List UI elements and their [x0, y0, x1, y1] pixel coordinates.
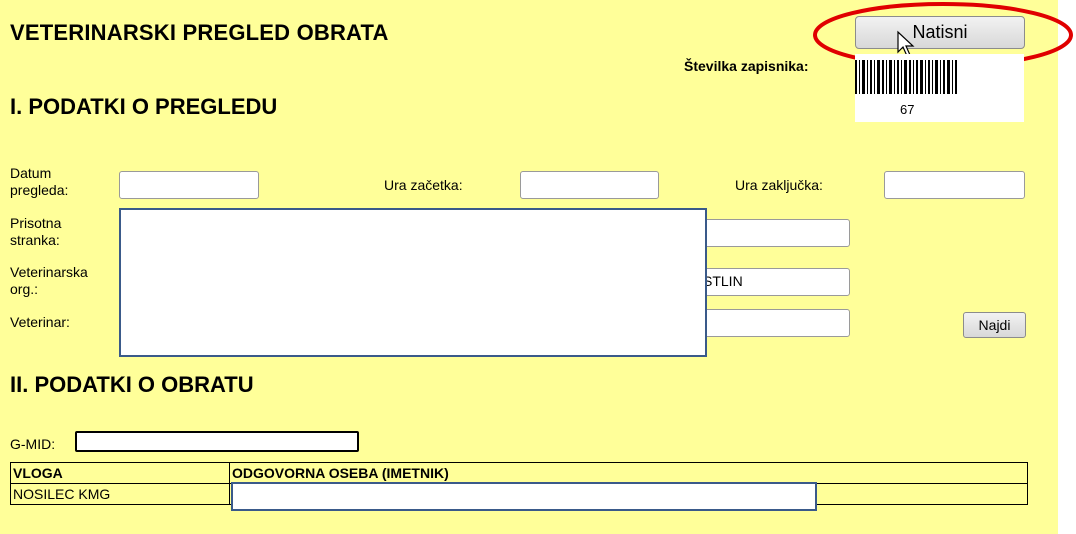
owner-table: VLOGA ODGOVORNA OSEBA (IMETNIK) NOSILEC … [10, 462, 1028, 511]
section2-title: II. PODATKI O OBRATU [10, 372, 254, 397]
vet-org-value: STLIN [703, 273, 743, 289]
party-label: Prisotna stranka: [10, 215, 61, 249]
vet-org-input[interactable]: STLIN [700, 268, 850, 296]
record-number: 67 [900, 102, 915, 117]
table-row: NOSILEC KMG [10, 482, 1028, 511]
party-label-line2: stranka: [10, 232, 60, 248]
owner-name-input[interactable] [231, 482, 817, 511]
table-header-cell: ODGOVORNA OSEBA (IMETNIK) [229, 462, 1028, 484]
date-label: Datum pregleda: [10, 165, 68, 199]
date-input[interactable] [119, 171, 259, 199]
table-header-cell: VLOGA [10, 462, 230, 484]
record-number-label: Številka zapisnika: [684, 58, 809, 74]
dropdown-overlay[interactable] [119, 208, 707, 357]
table-cell [229, 482, 1028, 511]
vet-label: Veterinar: [10, 314, 70, 330]
page-title: VETERINARSKI PREGLED OBRATA [10, 20, 389, 45]
barcode-box: 67 [855, 54, 1024, 122]
date-label-line1: Datum [10, 165, 52, 181]
vet-org-label: Veterinarska org.: [10, 264, 88, 298]
table-cell: NOSILEC KMG [10, 483, 230, 505]
start-time-input[interactable] [520, 171, 659, 199]
vet-org-label-line2: org.: [10, 281, 39, 297]
vet-org-label-line1: Veterinarska [10, 264, 88, 280]
party-label-line1: Prisotna [10, 215, 62, 231]
gmid-input[interactable] [75, 431, 359, 452]
end-time-input[interactable] [884, 171, 1025, 199]
vet-input[interactable] [700, 309, 850, 337]
end-time-label: Ura zaključka: [735, 177, 823, 193]
party-input[interactable] [700, 219, 850, 247]
section1-title: I. PODATKI O PREGLEDU [10, 94, 278, 119]
find-button[interactable]: Najdi [963, 312, 1026, 338]
gmid-label: G-MID: [10, 436, 56, 452]
table-header-row: VLOGA ODGOVORNA OSEBA (IMETNIK) [10, 462, 1028, 484]
start-time-label: Ura začetka: [384, 177, 463, 193]
date-label-line2: pregleda: [10, 182, 69, 198]
barcode-icon [855, 60, 957, 94]
